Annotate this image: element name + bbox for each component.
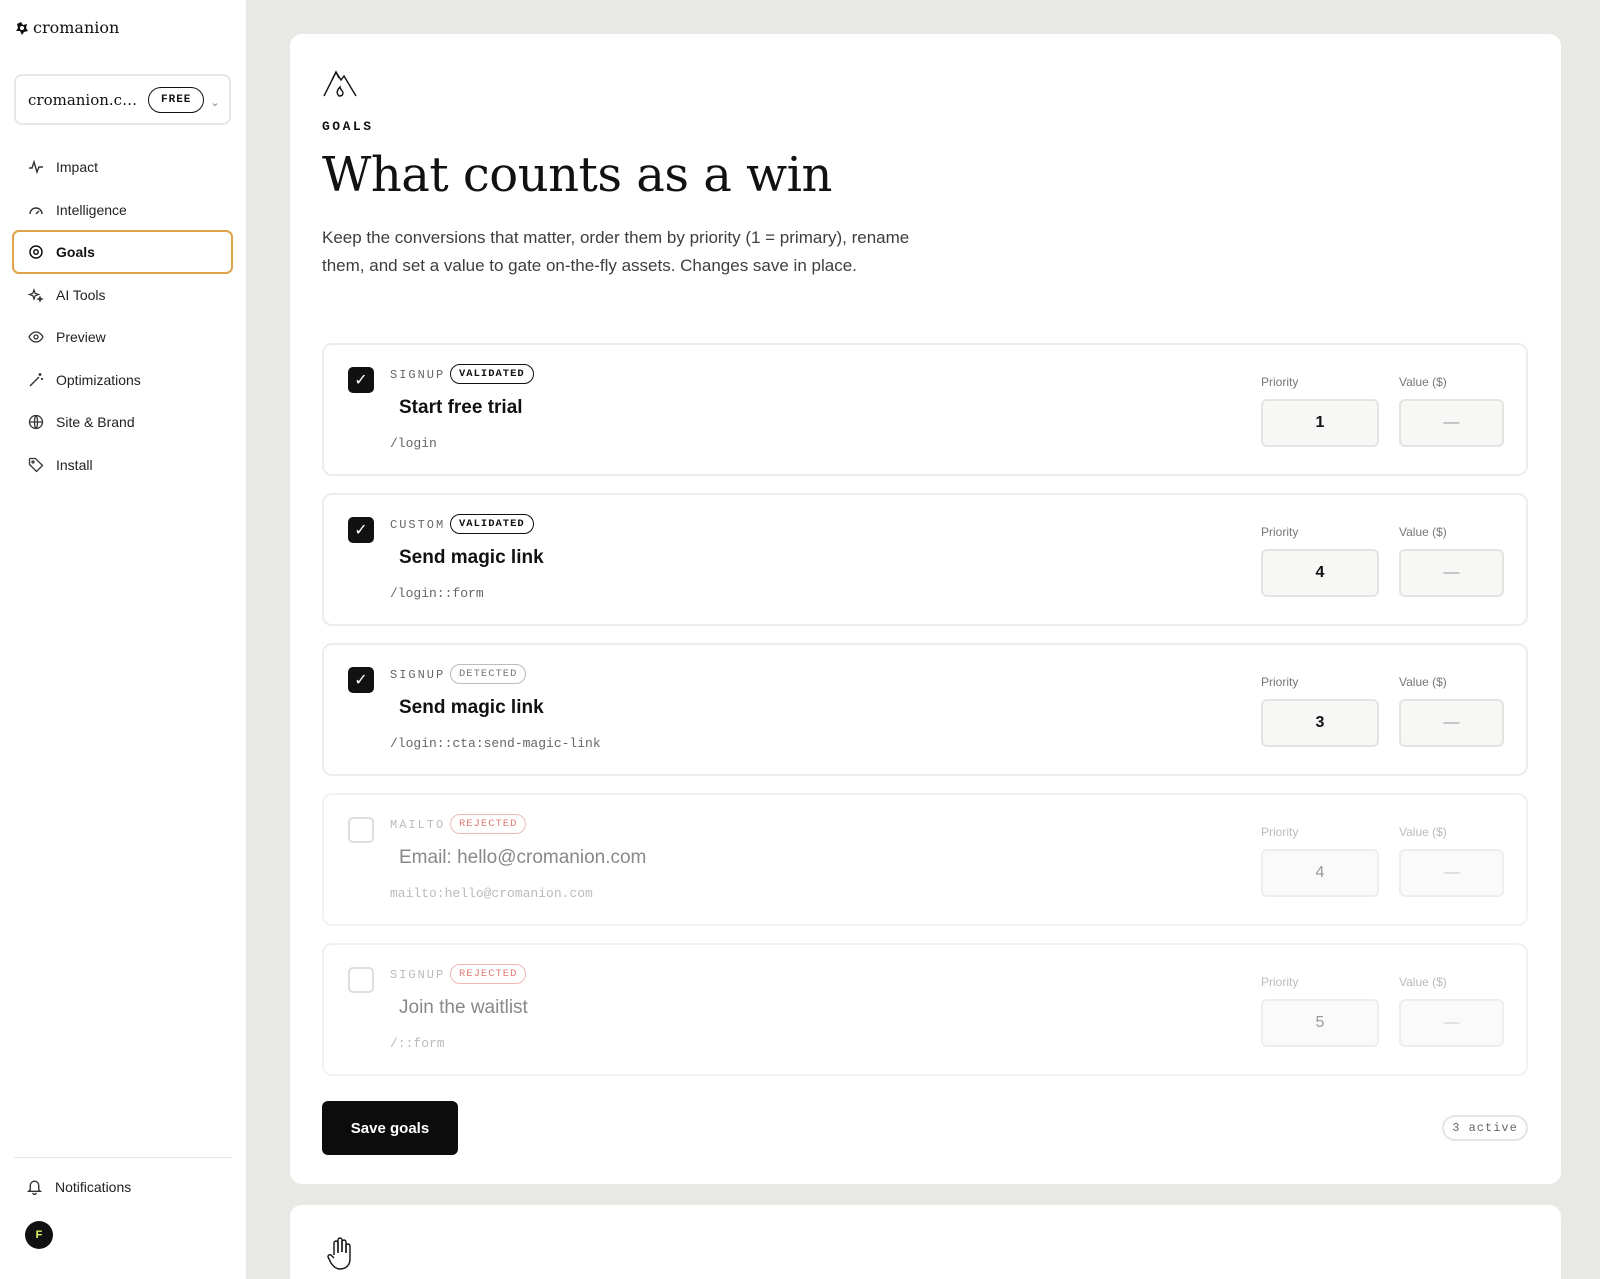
activity-icon [28, 159, 44, 175]
priority-input[interactable]: 5 [1261, 999, 1379, 1047]
goal-row: ✓ CUSTOM VALIDATED Send magic link /logi… [322, 493, 1528, 626]
goal-type: CUSTOM [390, 518, 446, 532]
brand-name: cromanion [33, 18, 120, 37]
eye-icon [28, 329, 44, 345]
sidebar-item-preview[interactable]: Preview [12, 315, 233, 359]
sidebar-item-goals[interactable]: Goals [12, 230, 233, 274]
gauge-icon [28, 202, 44, 218]
bell-icon [26, 1180, 43, 1195]
sidebar-item-impact[interactable]: Impact [12, 145, 233, 189]
priority-input[interactable]: 1 [1261, 399, 1379, 447]
brand-mark-icon [16, 21, 28, 35]
mountain-flame-icon [323, 70, 357, 97]
secondary-card [290, 1205, 1561, 1279]
sidebar-item-label: AI Tools [56, 286, 106, 303]
goal-type: MAILTO [390, 818, 446, 832]
sidebar-item-label: Optimizations [56, 371, 141, 388]
status-badge: VALIDATED [450, 514, 534, 534]
goal-row: ✓ SIGNUP DETECTED Send magic link /login… [322, 643, 1528, 776]
goal-path: /login::cta:send-magic-link [390, 736, 601, 751]
status-badge: DETECTED [450, 664, 527, 684]
goal-checkbox[interactable] [348, 967, 374, 993]
sidebar-item-intelligence[interactable]: Intelligence [12, 188, 233, 232]
goal-path: /login [390, 436, 437, 451]
sidebar-item-label: Install [56, 456, 93, 473]
sidebar-item-label: Site & Brand [56, 414, 135, 430]
page-title: What counts as a win [322, 147, 832, 203]
wand-icon [28, 372, 44, 388]
page-description: Keep the conversions that matter, order … [322, 228, 910, 275]
active-count-badge: 3 active [1442, 1115, 1528, 1141]
value-input[interactable]: — [1399, 549, 1504, 597]
goal-name[interactable]: Send magic link [399, 547, 544, 569]
goal-row: ✓ SIGNUP VALIDATED Start free trial /log… [322, 343, 1528, 476]
goal-type: SIGNUP [390, 968, 446, 982]
goal-path: /login::form [390, 586, 484, 601]
save-goals-button[interactable]: Save goals [322, 1101, 458, 1155]
priority-label: Priority [1261, 825, 1299, 839]
sparkles-icon [28, 287, 44, 303]
goal-checkbox[interactable]: ✓ [348, 517, 374, 543]
notifications-label: Notifications [55, 1178, 132, 1195]
value-label: Value ($) [1399, 675, 1447, 689]
goal-name[interactable]: Start free trial [399, 397, 523, 419]
priority-input[interactable]: 4 [1261, 549, 1379, 597]
goal-name[interactable]: Send magic link [399, 697, 544, 719]
goal-type: SIGNUP [390, 668, 446, 682]
hand-icon [327, 1237, 351, 1270]
goal-type: SIGNUP [390, 368, 446, 382]
value-label: Value ($) [1399, 375, 1447, 389]
sidebar-item-install[interactable]: Install [12, 443, 233, 487]
workspace-name: cromanion.co... [28, 90, 138, 109]
value-label: Value ($) [1399, 525, 1447, 539]
goal-checkbox[interactable] [348, 817, 374, 843]
avatar[interactable]: F [25, 1221, 53, 1249]
workspace-switcher[interactable]: cromanion.co... FREE ⌄ [14, 74, 231, 125]
section-eyebrow: GOALS [322, 119, 374, 134]
plan-badge: FREE [148, 86, 205, 113]
status-badge: REJECTED [450, 964, 527, 984]
goal-row: SIGNUP REJECTED Join the waitlist /::for… [322, 943, 1528, 1076]
value-input[interactable]: — [1399, 849, 1504, 897]
sidebar-item-optimizations[interactable]: Optimizations [12, 358, 233, 402]
sidebar-item-label: Goals [56, 244, 95, 260]
priority-input[interactable]: 4 [1261, 849, 1379, 897]
priority-label: Priority [1261, 375, 1299, 389]
sidebar-divider [14, 1157, 232, 1158]
goal-checkbox[interactable]: ✓ [348, 667, 374, 693]
value-label: Value ($) [1399, 825, 1447, 839]
globe-icon [28, 414, 44, 430]
sidebar-nav: Impact Intelligence Goals AI Tools Previ… [12, 145, 233, 485]
goal-row: MAILTO REJECTED Email: hello@cromanion.c… [322, 793, 1528, 926]
sidebar-item-ai-tools[interactable]: AI Tools [12, 273, 233, 317]
target-icon [28, 244, 44, 260]
value-input[interactable]: — [1399, 399, 1504, 447]
notifications-link[interactable]: Notifications [26, 1178, 131, 1195]
value-input[interactable]: — [1399, 699, 1504, 747]
priority-input[interactable]: 3 [1261, 699, 1379, 747]
value-label: Value ($) [1399, 975, 1447, 989]
sidebar-item-label: Impact [56, 159, 99, 175]
sidebar: cromanion cromanion.co... FREE ⌄ Impact … [0, 0, 247, 1279]
tag-icon [28, 457, 44, 473]
goals-card: GOALS What counts as a win Keep the conv… [290, 34, 1561, 1184]
goal-path: /::form [390, 1036, 445, 1051]
brand-logo[interactable]: cromanion [14, 18, 119, 37]
priority-label: Priority [1261, 975, 1299, 989]
sidebar-item-site-brand[interactable]: Site & Brand [12, 400, 233, 444]
sidebar-item-label: Intelligence [56, 201, 127, 218]
value-input[interactable]: — [1399, 999, 1504, 1047]
goal-path: mailto:hello@cromanion.com [390, 886, 593, 901]
chevron-down-icon: ⌄ [210, 97, 220, 109]
priority-label: Priority [1261, 675, 1299, 689]
goal-name[interactable]: Join the waitlist [399, 997, 528, 1019]
sidebar-item-label: Preview [56, 329, 106, 345]
goal-checkbox[interactable]: ✓ [348, 367, 374, 393]
goal-name[interactable]: Email: hello@cromanion.com [399, 847, 646, 869]
status-badge: REJECTED [450, 814, 527, 834]
priority-label: Priority [1261, 525, 1299, 539]
status-badge: VALIDATED [450, 364, 534, 384]
